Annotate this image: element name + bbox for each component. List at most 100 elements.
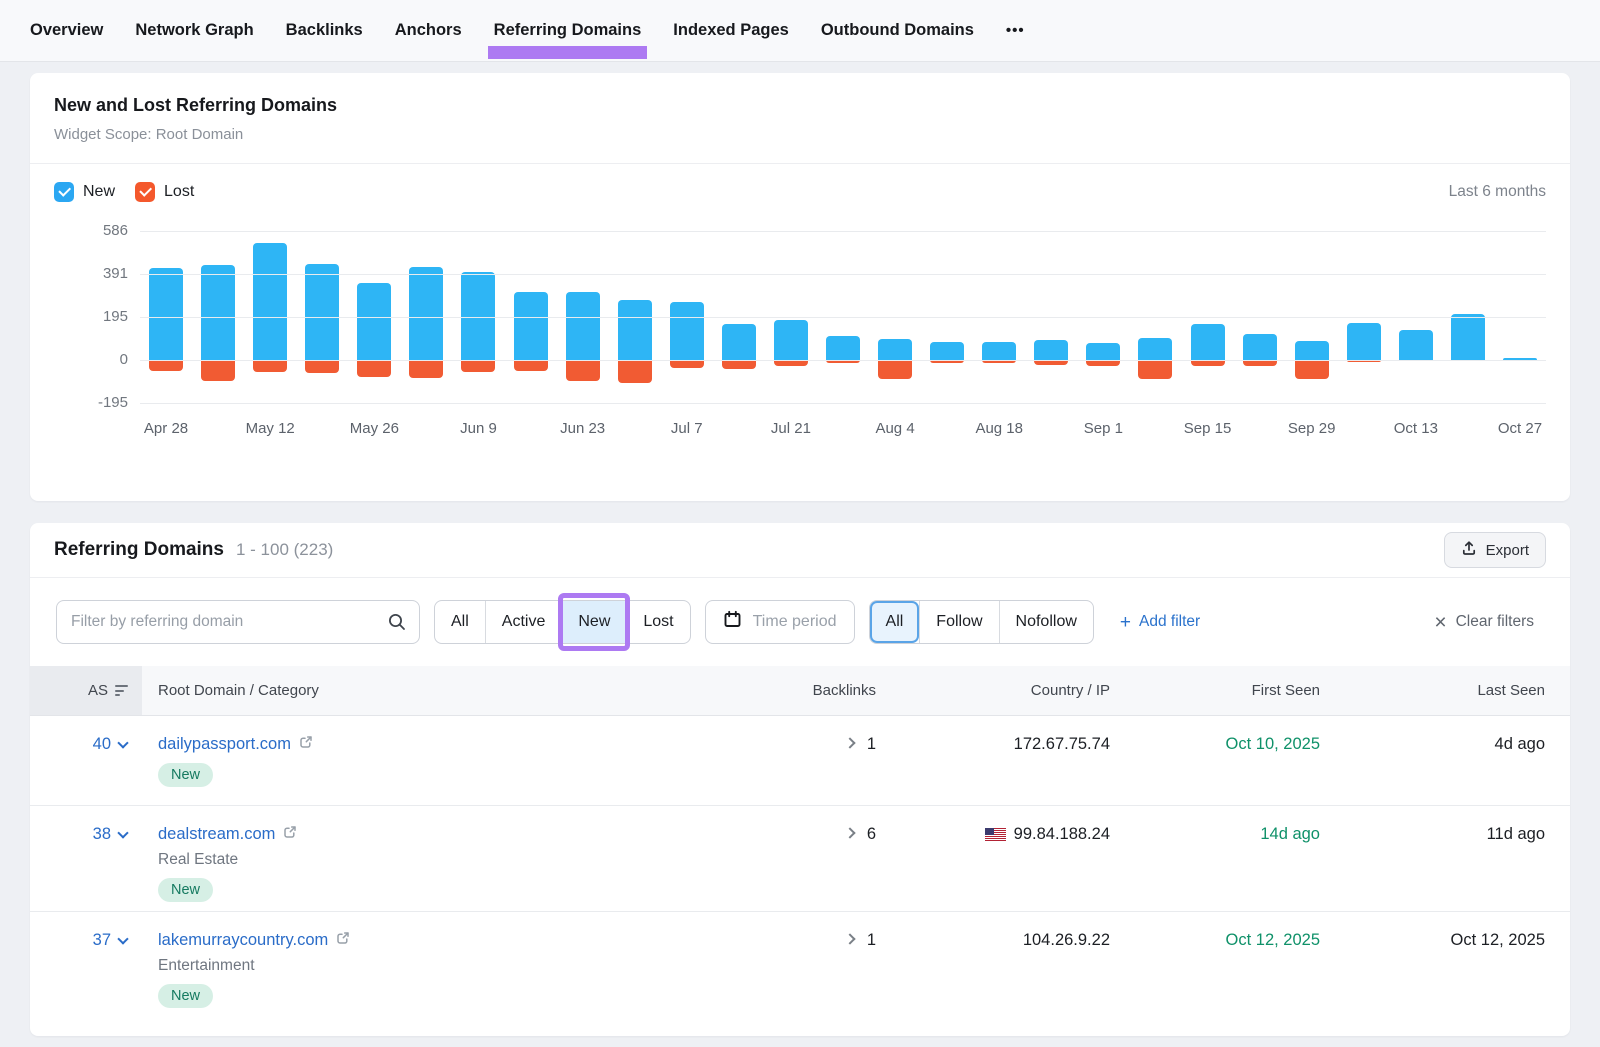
cell-country-ip: 172.67.75.74 <box>900 716 1140 805</box>
chart-title: New and Lost Referring Domains <box>54 95 1546 116</box>
bar-new-jul-28 <box>826 336 860 360</box>
as-score-toggle[interactable]: 40 <box>93 735 127 754</box>
cell-country-ip: 104.26.9.22 <box>900 912 1140 1036</box>
x-axis-label: May 26 <box>350 420 399 437</box>
bar-new-jul-14 <box>722 324 756 360</box>
domain-filter-input[interactable] <box>56 600 420 644</box>
clear-filters-label: Clear filters <box>1456 613 1534 631</box>
bar-lost-jun-16 <box>514 360 548 371</box>
tab-outbound-domains[interactable]: Outbound Domains <box>821 21 974 40</box>
clear-filters-button[interactable]: × Clear filters <box>1434 612 1534 633</box>
cell-root-domain: lakemurraycountry.comEntertainmentNew <box>142 912 750 1036</box>
tab-anchors[interactable]: Anchors <box>395 21 462 40</box>
cell-last-seen: 4d ago <box>1350 716 1570 805</box>
bar-lost-sep-8 <box>1138 360 1172 379</box>
cell-root-domain: dealstream.comReal EstateNew <box>142 806 750 911</box>
column-header-as[interactable]: AS <box>30 666 142 715</box>
segment-nofollow[interactable]: Nofollow <box>999 601 1093 643</box>
bar-new-sep-22 <box>1243 334 1277 360</box>
as-score-value: 37 <box>93 931 111 950</box>
domain-line: dailypassport.com <box>158 735 750 754</box>
as-score-toggle[interactable]: 38 <box>93 825 127 844</box>
gridline <box>140 231 1546 232</box>
tab-overview[interactable]: Overview <box>30 21 103 40</box>
bar-new-aug-11 <box>930 342 964 360</box>
y-axis-tick: 0 <box>54 351 128 368</box>
legend-label-lost: Lost <box>164 183 194 201</box>
bar-new-oct-6 <box>1347 323 1381 360</box>
bar-new-may-5 <box>201 265 235 360</box>
domain-category: Real Estate <box>158 851 750 869</box>
segment-all[interactable]: All <box>435 601 485 643</box>
table-title: Referring Domains <box>54 539 224 561</box>
bar-lost-sep-29 <box>1295 360 1329 379</box>
segment-lost[interactable]: Lost <box>626 601 689 643</box>
cell-root-domain: dailypassport.com New <box>142 716 750 805</box>
segment-all[interactable]: All <box>870 601 920 643</box>
gridline <box>140 317 1546 318</box>
cell-backlinks: 1 <box>750 716 900 805</box>
as-score-toggle[interactable]: 37 <box>93 931 127 950</box>
bar-new-sep-29 <box>1295 341 1329 360</box>
bar-lost-jun-9 <box>461 360 495 372</box>
time-period-button[interactable]: Time period <box>705 600 855 644</box>
domain-link[interactable]: dealstream.com <box>158 825 275 844</box>
chevron-right-icon[interactable] <box>844 933 855 944</box>
y-axis-tick: 391 <box>54 265 128 282</box>
table-row: 38dealstream.comReal EstateNew699.84.188… <box>30 806 1570 912</box>
cell-first-seen: 14d ago <box>1140 806 1350 911</box>
segment-follow[interactable]: Follow <box>919 601 998 643</box>
table-row: 40dailypassport.comNew1172.67.75.74Oct 1… <box>30 716 1570 806</box>
cell-as: 38 <box>30 806 142 911</box>
chevron-down-icon <box>117 827 128 838</box>
chevron-right-icon[interactable] <box>844 827 855 838</box>
external-link-icon[interactable] <box>299 735 313 754</box>
tab-backlinks[interactable]: Backlinks <box>286 21 363 40</box>
chevron-down-icon <box>117 933 128 944</box>
top-nav: Overview Network Graph Backlinks Anchors Ref… <box>0 0 1600 62</box>
domain-link[interactable]: dailypassport.com <box>158 735 291 754</box>
tab-indexed-pages[interactable]: Indexed Pages <box>673 21 789 40</box>
add-filter-label: Add filter <box>1139 613 1200 631</box>
tab-referring-domains[interactable]: Referring Domains <box>494 21 642 40</box>
bar-new-jun-2 <box>409 267 443 361</box>
domain-link[interactable]: lakemurraycountry.com <box>158 931 328 950</box>
x-axis-label: Aug 4 <box>875 420 914 437</box>
checkbox-lost[interactable] <box>135 182 155 202</box>
x-axis-label: Aug 18 <box>975 420 1023 437</box>
y-axis-tick: 586 <box>54 222 128 239</box>
add-filter-button[interactable]: + Add filter <box>1120 613 1200 632</box>
bar-new-jun-30 <box>618 300 652 361</box>
bar-new-aug-4 <box>878 339 912 360</box>
checkbox-new[interactable] <box>54 182 74 202</box>
filter-row: AllActiveNewLost Time period AllFollowNo… <box>30 578 1570 666</box>
external-link-icon[interactable] <box>283 825 297 844</box>
cell-backlinks: 6 <box>750 806 900 911</box>
x-axis-label: Sep 15 <box>1184 420 1232 437</box>
segment-new[interactable]: New <box>561 601 626 643</box>
close-icon: × <box>1434 612 1446 633</box>
bar-new-may-19 <box>305 264 339 360</box>
external-link-icon[interactable] <box>336 931 350 950</box>
plus-icon: + <box>1120 613 1131 632</box>
search-icon <box>386 611 408 638</box>
bar-lost-jun-30 <box>618 360 652 383</box>
tab-network-graph[interactable]: Network Graph <box>135 21 253 40</box>
cell-as: 40 <box>30 716 142 805</box>
bar-lost-may-12 <box>253 360 287 372</box>
column-header-last-seen: Last Seen <box>1350 666 1570 715</box>
new-badge: New <box>158 763 213 787</box>
status-segmented-control: AllActiveNewLost <box>434 600 691 644</box>
export-button[interactable]: Export <box>1444 532 1546 568</box>
x-axis-label: Oct 27 <box>1498 420 1542 437</box>
cell-last-seen: 11d ago <box>1350 806 1570 911</box>
bar-new-may-12 <box>253 243 287 360</box>
chart-legend-row: NewLost Last 6 months <box>30 164 1570 202</box>
domain-filter <box>56 600 420 644</box>
chart-card: New and Lost Referring Domains Widget Sc… <box>30 73 1570 501</box>
more-menu-icon[interactable]: ••• <box>1006 22 1025 39</box>
chevron-right-icon[interactable] <box>844 737 855 748</box>
table-count: 1 - 100 (223) <box>236 540 333 560</box>
export-label: Export <box>1486 542 1529 559</box>
segment-active[interactable]: Active <box>485 601 562 643</box>
